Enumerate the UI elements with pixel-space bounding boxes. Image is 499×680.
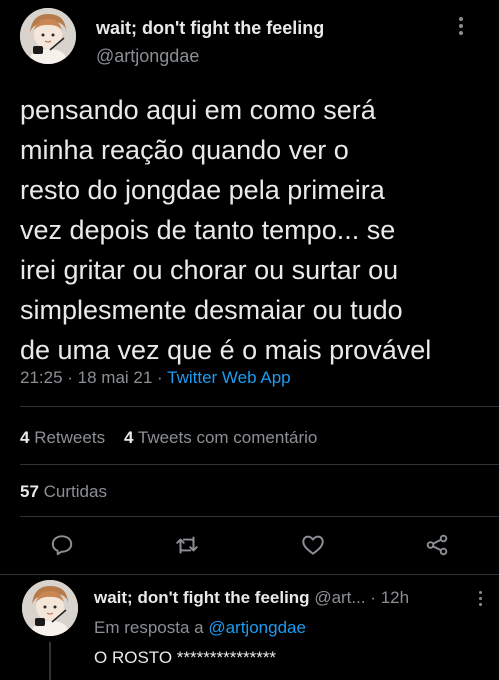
meta-separator: · xyxy=(62,368,78,387)
tweet-time[interactable]: 21:25 xyxy=(20,368,63,387)
author-handle[interactable]: @artjongdae xyxy=(96,46,199,67)
share-icon[interactable] xyxy=(424,532,450,558)
reply-header: wait; don't fight the feeling @art... · … xyxy=(94,588,409,608)
avatar[interactable] xyxy=(20,8,76,64)
thread-line xyxy=(49,642,51,680)
quotes-count: 4 xyxy=(123,428,134,447)
tweet-meta: 21:25 · 18 mai 21 · Twitter Web App xyxy=(20,368,291,388)
meta-separator: · xyxy=(365,588,381,607)
author-display-name[interactable]: wait; don't fight the feeling xyxy=(96,18,324,39)
likes-count: 57 xyxy=(20,482,39,501)
like-icon[interactable] xyxy=(300,532,326,558)
quotes-stat[interactable]: 4 Tweets com comentário xyxy=(124,428,317,447)
replying-to-mention[interactable]: @artjongdae xyxy=(208,618,306,637)
avatar-illustration xyxy=(22,580,78,636)
retweets-count: 4 xyxy=(20,428,30,447)
meta-separator: · xyxy=(152,368,168,387)
retweet-icon[interactable] xyxy=(174,532,200,558)
tweet-date[interactable]: 18 mai 21 xyxy=(78,368,153,387)
likes-stat[interactable]: 57 Curtidas xyxy=(20,482,107,501)
reply-author-handle[interactable]: @art... xyxy=(314,588,365,607)
divider xyxy=(20,516,499,517)
reply-text: O ROSTO *************** xyxy=(94,648,277,667)
dot xyxy=(459,24,463,28)
action-bar xyxy=(0,526,499,566)
divider xyxy=(0,574,499,575)
retweets-label: Retweets xyxy=(34,428,106,447)
avatar[interactable] xyxy=(22,580,78,636)
dot xyxy=(478,603,482,606)
engagement-stats: 4 Retweets 4 Tweets com comentário xyxy=(20,428,317,448)
divider xyxy=(20,406,499,407)
quotes-label: Tweets com comentário xyxy=(137,428,318,447)
reply-icon[interactable] xyxy=(49,532,75,558)
more-options-icon[interactable] xyxy=(470,588,490,608)
more-options-icon[interactable] xyxy=(450,14,472,36)
replying-to-prefix: Em resposta a xyxy=(94,618,209,637)
dot xyxy=(459,17,463,21)
likes-stats: 57 Curtidas xyxy=(20,482,107,502)
tweet-text: pensando aqui em como será minha reação … xyxy=(20,95,432,365)
reply-time[interactable]: 12h xyxy=(381,588,409,607)
retweets-stat[interactable]: 4 Retweets xyxy=(20,428,105,447)
reply-author-display-name[interactable]: wait; don't fight the feeling xyxy=(94,588,310,607)
dot xyxy=(478,591,482,594)
divider xyxy=(20,464,499,465)
tweet-header: wait; don't fight the feeling @artjongda… xyxy=(20,8,480,78)
dot xyxy=(478,597,482,600)
dot xyxy=(459,31,463,35)
tweet-source-link[interactable]: Twitter Web App xyxy=(167,368,290,387)
avatar-illustration xyxy=(20,8,76,64)
replying-to: Em resposta a @artjongdae xyxy=(94,618,306,638)
reply-tweet[interactable]: wait; don't fight the feeling @art... · … xyxy=(20,580,490,680)
likes-label: Curtidas xyxy=(43,482,107,501)
